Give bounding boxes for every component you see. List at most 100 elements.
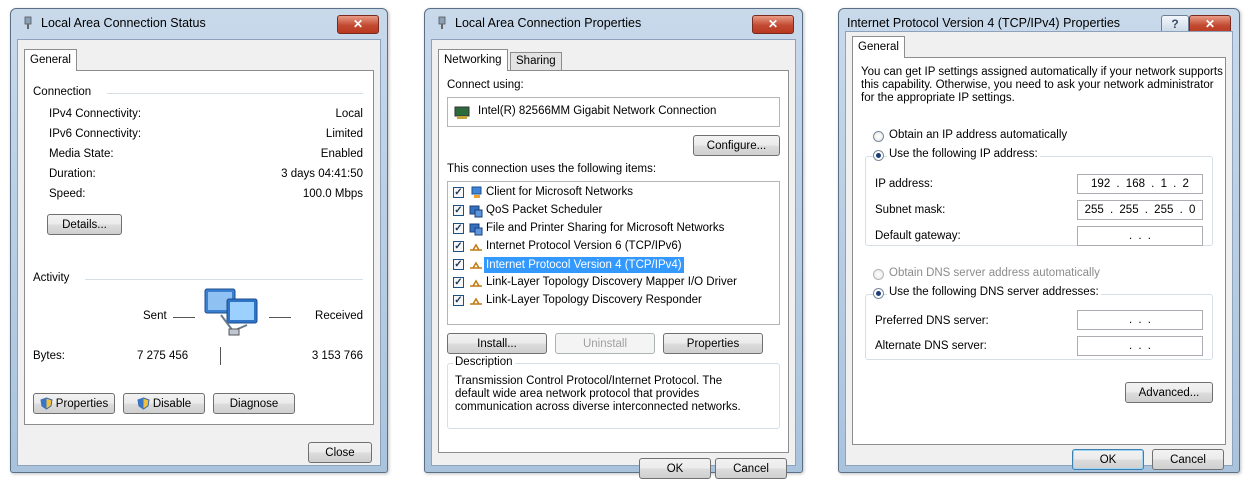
activity-heading: Activity <box>33 272 70 284</box>
close-window-button[interactable]: ✕ <box>752 15 794 34</box>
preferred-dns-label: Preferred DNS server: <box>875 315 989 327</box>
sent-label: Sent <box>143 310 167 322</box>
item-checkbox[interactable]: ✓ <box>453 223 464 234</box>
item-label: Internet Protocol Version 6 (TCP/IPv6) <box>486 240 682 252</box>
use-following-dns-label[interactable]: Use the following DNS server addresses: <box>887 286 1101 298</box>
obtain-ip-auto-label[interactable]: Obtain an IP address automatically <box>889 129 1067 141</box>
items-label: This connection uses the following items… <box>447 163 657 175</box>
ok-button[interactable]: OK <box>1072 449 1144 470</box>
ip-address-field[interactable]: 192 . 168 . 1 . 2 <box>1077 174 1203 194</box>
sent-line <box>173 317 195 318</box>
item-checkbox[interactable]: ✓ <box>453 295 464 306</box>
status-general-panel: Connection IPv4 Connectivity: Local IPv6… <box>24 70 374 425</box>
item-checkbox[interactable]: ✓ <box>453 205 464 216</box>
uninstall-button[interactable]: Uninstall <box>555 333 655 354</box>
default-gateway-field[interactable]: . . . <box>1077 226 1203 246</box>
use-following-ip-label[interactable]: Use the following IP address: <box>887 148 1040 160</box>
network-adapter-icon <box>454 106 470 119</box>
properties-client-area: Networking Sharing Connect using: Intel(… <box>431 39 796 479</box>
speed-value: 100.0 Mbps <box>302 188 363 200</box>
status-client-area: General Connection IPv4 Connectivity: Lo… <box>17 39 381 466</box>
protocol-icon <box>470 261 482 269</box>
alternate-dns-field[interactable]: . . . <box>1077 336 1203 356</box>
bytes-sent-value: 7 275 456 <box>137 350 189 362</box>
adapter-box: Intel(R) 82566MM Gigabit Network Connect… <box>447 97 780 127</box>
items-list[interactable]: ✓ Client for Microsoft Networks ✓ QoS Pa… <box>447 181 780 325</box>
protocol-icon <box>470 297 482 305</box>
received-line <box>269 317 291 318</box>
ipv4-general-panel: You can get IP settings assigned automat… <box>852 57 1226 445</box>
cancel-button[interactable]: Cancel <box>715 458 787 479</box>
ipv6-connectivity-label: IPv6 Connectivity: <box>49 128 142 140</box>
item-label: Link-Layer Topology Discovery Mapper I/O… <box>486 276 737 288</box>
status-window-title: Local Area Connection Status <box>41 16 206 30</box>
bytes-label: Bytes: <box>33 350 65 362</box>
tab-general[interactable]: General <box>852 36 905 58</box>
item-checkbox[interactable]: ✓ <box>453 259 464 270</box>
media-state-label: Media State: <box>49 148 114 160</box>
tab-general[interactable]: General <box>24 49 77 71</box>
ok-button[interactable]: OK <box>639 458 711 479</box>
details-button[interactable]: Details... <box>47 214 122 235</box>
list-item-ipv4[interactable]: ✓ Internet Protocol Version 4 (TCP/IPv4) <box>448 257 779 275</box>
network-client-icon <box>471 186 482 198</box>
shield-icon <box>137 397 150 411</box>
bytes-separator <box>220 347 221 365</box>
item-checkbox[interactable]: ✓ <box>453 241 464 252</box>
subnet-mask-field[interactable]: 255 . 255 . 255 . 0 <box>1077 200 1203 220</box>
protocol-icon <box>470 279 482 287</box>
ipv4-connectivity-label: IPv4 Connectivity: <box>49 108 142 120</box>
list-item-lltd-responder[interactable]: ✓ Link-Layer Topology Discovery Responde… <box>448 293 779 311</box>
list-item-qos-packet-scheduler[interactable]: ✓ QoS Packet Scheduler <box>448 203 779 221</box>
alternate-dns-label: Alternate DNS server: <box>875 340 987 352</box>
disable-button[interactable]: Disable <box>123 393 205 414</box>
item-label: Link-Layer Topology Discovery Responder <box>486 294 702 306</box>
status-properties-button[interactable]: Properties <box>33 393 115 414</box>
item-label: QoS Packet Scheduler <box>486 204 603 216</box>
use-following-ip-radio[interactable] <box>873 150 884 161</box>
list-item-file-printer-sharing[interactable]: ✓ File and Printer Sharing for Microsoft… <box>448 221 779 239</box>
list-item-client-for-microsoft-networks[interactable]: ✓ Client for Microsoft Networks <box>448 185 779 203</box>
list-item-lltd-mapper[interactable]: ✓ Link-Layer Topology Discovery Mapper I… <box>448 275 779 293</box>
activity-divider <box>85 279 363 280</box>
close-window-button[interactable]: ✕ <box>337 15 379 34</box>
item-checkbox[interactable]: ✓ <box>453 277 464 288</box>
close-button[interactable]: Close <box>308 442 372 463</box>
install-button[interactable]: Install... <box>447 333 547 354</box>
configure-button[interactable]: Configure... <box>693 135 780 156</box>
description-text: Transmission Control Protocol/Internet P… <box>455 375 741 413</box>
obtain-dns-auto-radio[interactable] <box>873 269 884 280</box>
properties-title-bar[interactable]: Local Area Connection Properties ✕ <box>425 9 802 37</box>
item-label: File and Printer Sharing for Microsoft N… <box>486 222 725 234</box>
obtain-dns-auto-label[interactable]: Obtain DNS server address automatically <box>889 267 1100 279</box>
subnet-mask-label: Subnet mask: <box>875 204 946 216</box>
properties-window-title: Local Area Connection Properties <box>455 16 642 30</box>
ipv4-client-area: General You can get IP settings assigned… <box>845 31 1233 470</box>
ipv4-properties-window: Internet Protocol Version 4 (TCP/IPv4) P… <box>838 8 1240 473</box>
protocol-icon <box>470 243 482 251</box>
item-checkbox[interactable]: ✓ <box>453 187 464 198</box>
preferred-dns-field[interactable]: . . . <box>1077 310 1203 330</box>
ipv4-window-title: Internet Protocol Version 4 (TCP/IPv4) P… <box>847 16 1121 30</box>
item-properties-button[interactable]: Properties <box>663 333 763 354</box>
tab-sharing[interactable]: Sharing <box>510 52 562 70</box>
obtain-ip-auto-radio[interactable] <box>873 131 884 142</box>
received-label: Received <box>315 310 363 322</box>
intro-text: You can get IP settings assigned automat… <box>861 66 1223 104</box>
diagnose-button[interactable]: Diagnose <box>213 393 295 414</box>
item-label-selected: Internet Protocol Version 4 (TCP/IPv4) <box>484 257 684 273</box>
file-printer-sharing-icon <box>469 223 483 236</box>
network-connection-icon <box>24 16 32 29</box>
speed-label: Speed: <box>49 188 86 200</box>
status-title-bar[interactable]: Local Area Connection Status ✕ <box>11 9 387 37</box>
connect-using-label: Connect using: <box>447 79 524 91</box>
qos-scheduler-icon <box>469 205 483 218</box>
status-properties-label: Properties <box>55 398 109 410</box>
properties-window: Local Area Connection Properties ✕ Netwo… <box>424 8 803 479</box>
use-following-dns-radio[interactable] <box>873 288 884 299</box>
tab-networking[interactable]: Networking <box>438 49 508 71</box>
ipv6-connectivity-value: Limited <box>325 128 363 140</box>
list-item-ipv6[interactable]: ✓ Internet Protocol Version 6 (TCP/IPv6) <box>448 239 779 257</box>
advanced-button[interactable]: Advanced... <box>1125 382 1213 403</box>
cancel-button[interactable]: Cancel <box>1152 449 1224 470</box>
